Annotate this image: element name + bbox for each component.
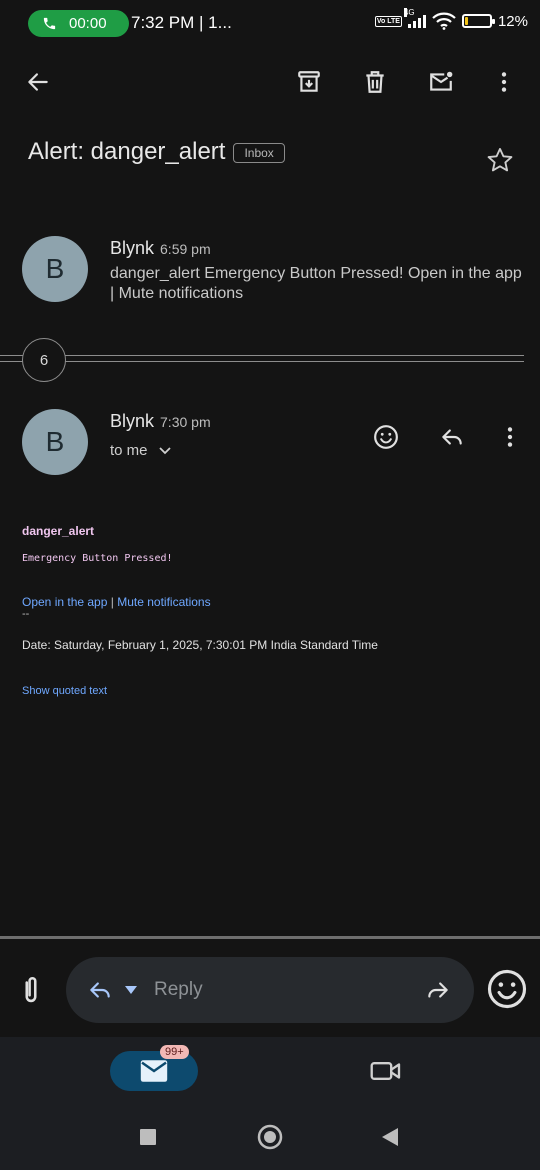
mute-notifications-link[interactable]: Mute notifications (117, 595, 210, 609)
collapsed-messages-count[interactable]: 6 (22, 338, 66, 382)
body-message: Emergency Button Pressed! (22, 553, 173, 564)
react-emoji-button[interactable] (364, 415, 408, 459)
signature-separator: -- (22, 608, 30, 620)
recents-button-icon[interactable] (139, 1128, 157, 1146)
status-time: 7:32 PM | 1... (131, 13, 232, 32)
battery-icon (461, 14, 495, 28)
open-in-app-link[interactable]: Open in the app (22, 595, 107, 609)
more-vert-icon (501, 72, 507, 92)
reply-icon (90, 982, 110, 998)
body-links: Open in the app | Mute notifications (22, 595, 211, 609)
more-vert-icon (507, 427, 513, 447)
collapsed-messages-divider (0, 355, 524, 362)
mail-unread-icon (430, 71, 453, 91)
sender-avatar[interactable]: B (22, 409, 88, 475)
back-button[interactable] (16, 60, 60, 104)
archive-button[interactable] (287, 60, 331, 104)
message-header: Blynk 7:30 pm (110, 411, 211, 432)
meet-tab[interactable] (364, 1051, 408, 1091)
wifi-icon (432, 12, 456, 30)
home-button-icon[interactable] (257, 1124, 283, 1150)
system-navigation-bar (0, 1107, 540, 1170)
call-timer: 00:00 (69, 15, 107, 32)
chevron-down-icon (158, 446, 171, 454)
phone-icon (43, 17, 56, 30)
emoji-icon (487, 969, 527, 1009)
more-options-button[interactable] (482, 60, 526, 104)
message-time: 7:30 pm (160, 414, 211, 430)
arrow-left-icon (28, 73, 48, 91)
message-time: 6:59 pm (160, 241, 211, 257)
email-subject: Alert: danger_alert (28, 138, 226, 165)
ongoing-call-pill[interactable]: 00:00 (28, 10, 129, 37)
inbox-label-chip[interactable]: Inbox (233, 143, 285, 163)
battery-percent: 12% (497, 12, 528, 30)
caret-down-icon[interactable] (124, 985, 138, 995)
reply-placeholder: Reply (154, 979, 203, 1000)
status-bar: 00:00 7:32 PM | 1... Vo LTE 4G 12% (0, 0, 540, 48)
subject-line: Alert: danger_alert Inbox (28, 138, 285, 166)
emoji-icon (374, 425, 398, 449)
reply-button[interactable] (430, 415, 474, 459)
delete-button[interactable] (353, 60, 397, 104)
mail-icon (140, 1060, 168, 1082)
body-title: danger_alert (22, 524, 95, 538)
volte-badge: Vo LTE (374, 15, 402, 27)
archive-icon (298, 71, 320, 92)
forward-icon[interactable] (424, 977, 452, 1003)
reply-icon (442, 429, 462, 445)
sender-avatar[interactable]: B (22, 236, 88, 302)
unread-badge: 99+ (160, 1045, 189, 1059)
message-snippet[interactable]: danger_alert Emergency Button Pressed! O… (110, 264, 522, 304)
message-header[interactable]: Blynk 6:59 pm (110, 238, 211, 259)
mark-unread-button[interactable] (419, 60, 463, 104)
attach-button[interactable] (14, 974, 48, 1013)
body-date: Date: Saturday, February 1, 2025, 7:30:0… (22, 638, 378, 652)
sender-name: Blynk (110, 238, 155, 258)
sender-name: Blynk (110, 411, 155, 431)
recipient-text: to me (110, 442, 148, 459)
video-camera-icon (370, 1062, 401, 1080)
status-indicators: Vo LTE 4G 12% (374, 8, 528, 30)
show-quoted-text-link[interactable]: Show quoted text (22, 685, 107, 697)
network-type: 4G (403, 8, 415, 17)
link-separator: | (110, 595, 114, 609)
top-app-bar (0, 58, 540, 106)
signal-icon: 4G (403, 8, 426, 28)
recipient-details-toggle[interactable]: to me (110, 442, 172, 459)
trash-icon (366, 71, 384, 93)
battery-level (464, 17, 468, 25)
star-button[interactable] (486, 146, 514, 179)
bottom-navigation: 99+ (0, 1037, 540, 1107)
paperclip-icon (25, 977, 37, 1003)
message-more-button[interactable] (488, 415, 532, 459)
reply-input[interactable]: Reply (66, 957, 474, 1023)
star-icon (487, 147, 513, 172)
emoji-reaction-button[interactable] (486, 968, 528, 1015)
back-button-icon[interactable] (380, 1127, 400, 1147)
